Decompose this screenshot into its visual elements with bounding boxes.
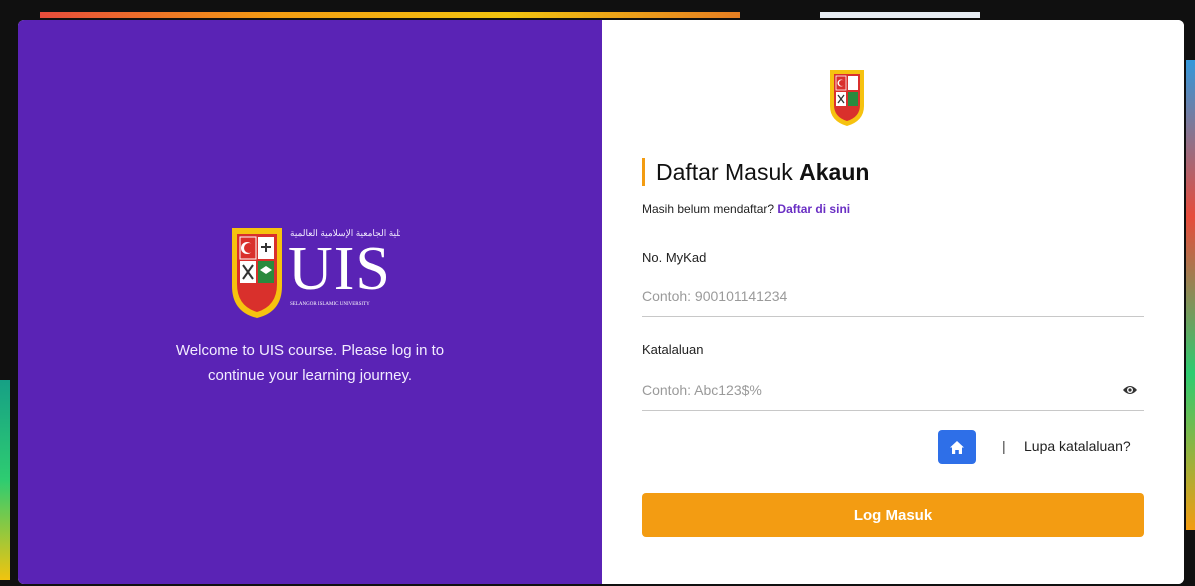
login-button[interactable]: Log Masuk xyxy=(642,493,1144,537)
separator: | xyxy=(1002,438,1006,454)
welcome-line-1: Welcome to UIS course. Please log in to xyxy=(175,342,445,359)
login-card: الكلية الجامعية الإسلامية العالمية UIS S… xyxy=(18,20,1184,584)
mykad-label: No. MyKad xyxy=(642,250,707,265)
wordmark: UIS xyxy=(288,235,391,303)
mykad-field xyxy=(642,276,1144,317)
page-title: Daftar Masuk Akaun xyxy=(642,158,869,186)
welcome-line-2: continue your learning journey. xyxy=(207,367,413,384)
password-input[interactable] xyxy=(642,370,1102,410)
background-decoration-left xyxy=(0,380,10,580)
welcome-panel: الكلية الجامعية الإسلامية العالمية UIS S… xyxy=(18,20,602,584)
register-link[interactable]: Daftar di sini xyxy=(777,202,850,216)
crest-icon xyxy=(232,228,282,318)
crest-small-icon xyxy=(827,66,867,126)
uis-logo: الكلية الجامعية الإسلامية العالمية UIS S… xyxy=(228,220,408,320)
background-decoration-top xyxy=(40,12,740,18)
title-normal: Daftar Masuk xyxy=(656,159,793,185)
password-field xyxy=(642,370,1144,411)
home-button[interactable] xyxy=(938,430,976,464)
mykad-input[interactable] xyxy=(642,276,1102,316)
eye-icon[interactable] xyxy=(1122,384,1138,396)
background-decoration-top-right xyxy=(820,12,980,18)
welcome-message: Welcome to UIS course. Please log in to … xyxy=(18,338,602,388)
home-icon xyxy=(950,440,964,454)
title-bold: Akaun xyxy=(799,159,870,185)
background-decoration-right xyxy=(1186,60,1195,530)
password-label: Katalaluan xyxy=(642,342,704,357)
forgot-password-link[interactable]: Lupa katalaluan? xyxy=(1024,438,1131,454)
university-subtitle: SELANGOR ISLAMIC UNIVERSITY xyxy=(290,302,370,307)
register-prompt-text: Masih belum mendaftar? xyxy=(642,202,775,216)
login-form-panel: Daftar Masuk Akaun Masih belum mendaftar… xyxy=(602,20,1184,584)
register-prompt: Masih belum mendaftar? Daftar di sini xyxy=(642,202,850,216)
